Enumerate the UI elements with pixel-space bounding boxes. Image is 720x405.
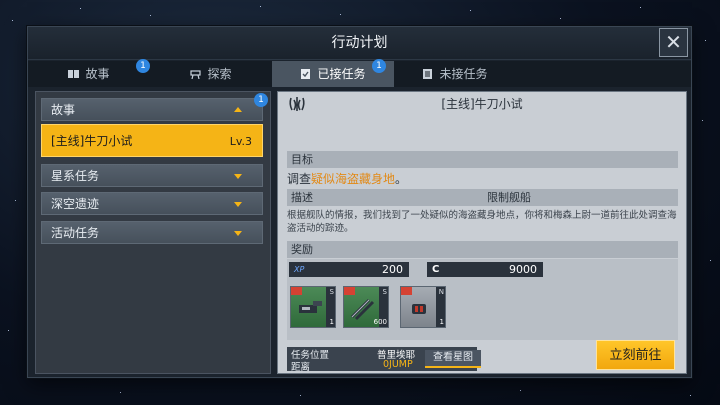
xp-icon: XP — [294, 265, 305, 274]
reward-item-engine[interactable]: N 1 — [400, 286, 446, 328]
tab-unaccepted-label: 未接任务 — [439, 67, 488, 81]
list-icon — [423, 69, 433, 79]
mission-description: 根据舰队的情报，我们找到了一处疑似的海盗藏身地点，你将和梅森上尉一道前往此处调查… — [287, 210, 677, 234]
tab-accepted-badge: 1 — [372, 59, 386, 73]
reward-item-missiles[interactable]: S 600 — [343, 286, 389, 328]
item-tier: N — [438, 288, 444, 296]
close-button[interactable]: ✕ — [659, 28, 688, 57]
desc-header-label: 描述 — [291, 191, 313, 204]
rarity-marker — [344, 287, 355, 295]
goal-prefix: 调查 — [287, 172, 312, 186]
mission-title: [主线]牛刀小试 — [441, 97, 523, 111]
mission-detail-panel: [主线]牛刀小试 目标 调查疑似海盗藏身地。 描述 限制舰船 根据舰队的情报，我… — [277, 91, 687, 374]
tab-explore-label: 探索 — [207, 67, 232, 81]
mission-category-list: 故事 1 [主线]牛刀小试 Lv.3 星系任务 深空遗迹 活动任务 — [35, 91, 271, 374]
tab-explore[interactable]: 探索 — [150, 61, 272, 87]
xp-value: 200 — [382, 263, 403, 276]
mission-item-label: [主线]牛刀小试 — [51, 134, 133, 148]
category-story-label: 故事 — [51, 103, 76, 117]
item-tier: S — [329, 288, 334, 296]
mission-plan-window: 行动计划 ✕ 故事 1 探索 已接任务 1 未接任务 故事 1 [主线]牛刀小试… — [27, 26, 692, 378]
category-event-missions[interactable]: 活动任务 — [41, 221, 263, 244]
category-story-badge: 1 — [254, 93, 268, 107]
distance-label: 距离 — [291, 362, 311, 373]
engine-part-icon — [412, 304, 426, 314]
mission-item-selected[interactable]: [主线]牛刀小试 Lv.3 — [41, 124, 263, 157]
category-deep-space-ruins[interactable]: 深空遗迹 — [41, 192, 263, 215]
chevron-down-icon — [234, 231, 242, 236]
clipboard-check-icon — [301, 69, 311, 79]
reward-item-cannon[interactable]: S 1 — [290, 286, 336, 328]
goal-suffix: 。 — [395, 172, 408, 186]
xp-reward: XP 200 — [289, 262, 409, 277]
close-icon: ✕ — [665, 30, 682, 54]
category-ruins-label: 深空遗迹 — [51, 197, 100, 211]
rewards-header-label: 奖励 — [291, 243, 313, 256]
view-star-map-button[interactable]: 查看星图 — [425, 350, 481, 368]
category-story[interactable]: 故事 — [41, 98, 263, 121]
rarity-marker — [291, 287, 302, 295]
tab-bar: 故事 1 探索 已接任务 1 未接任务 — [28, 59, 691, 87]
credits-reward: C 9000 — [427, 262, 543, 277]
book-icon — [68, 70, 80, 78]
item-quantity: 600 — [373, 318, 387, 326]
go-now-button[interactable]: 立刻前往 — [596, 340, 675, 370]
rewards-area: XP 200 C 9000 S 1 S 600 N 1 — [287, 259, 678, 340]
window-titlebar: 行动计划 ✕ — [28, 27, 691, 60]
tab-unaccepted-missions[interactable]: 未接任务 — [394, 61, 516, 87]
goal-text: 调查疑似海盗藏身地。 — [287, 170, 407, 187]
chevron-down-icon — [234, 202, 242, 207]
category-event-label: 活动任务 — [51, 226, 100, 240]
tab-accepted-label: 已接任务 — [317, 67, 366, 81]
mission-location-bar: 任务位置 距离 普里埃耶 0JUMP 查看星图 — [287, 347, 481, 373]
item-quantity: 1 — [439, 318, 444, 326]
distance-value: 0JUMP — [383, 359, 413, 370]
tab-story-badge: 1 — [136, 59, 150, 73]
credits-icon: C — [432, 264, 440, 275]
tab-story[interactable]: 故事 — [28, 61, 150, 87]
telescope-icon — [190, 70, 202, 79]
goal-highlight: 疑似海盗藏身地 — [311, 172, 396, 186]
category-galaxy-label: 星系任务 — [51, 169, 100, 183]
chevron-down-icon — [234, 174, 242, 179]
restricted-ships-label: 限制舰船 — [487, 191, 531, 204]
mission-level: Lv.3 — [229, 135, 252, 148]
credits-value: 9000 — [509, 263, 537, 276]
rarity-marker — [401, 287, 412, 295]
chevron-up-icon — [234, 107, 242, 112]
rewards-section-header: 奖励 — [287, 241, 678, 258]
window-title: 行动计划 — [331, 35, 388, 51]
tab-story-label: 故事 — [85, 67, 110, 81]
description-section-header: 描述 限制舰船 — [287, 189, 678, 206]
goal-header-label: 目标 — [291, 153, 313, 166]
cannon-weapon-icon — [299, 301, 322, 313]
item-tier: S — [382, 288, 387, 296]
category-galaxy-missions[interactable]: 星系任务 — [41, 164, 263, 187]
item-quantity: 1 — [329, 318, 334, 326]
goal-section-header: 目标 — [287, 151, 678, 168]
